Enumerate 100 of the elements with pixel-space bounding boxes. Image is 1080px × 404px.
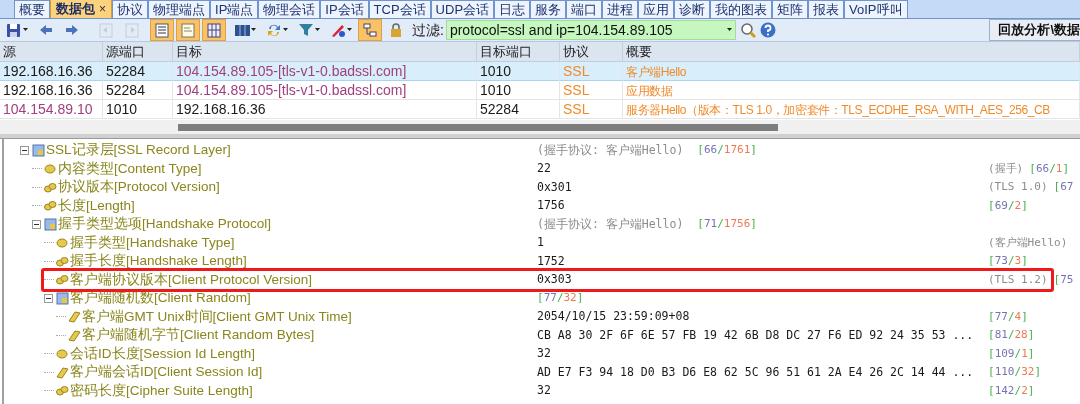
collapse-icon[interactable]	[20, 145, 29, 155]
offset-text: [66/1761]	[697, 142, 757, 158]
offset-text: [71/1756]	[697, 216, 757, 232]
tree-button[interactable]	[358, 19, 382, 41]
field-name[interactable]: 握手类型选项[Handshake Protocol]	[58, 214, 272, 235]
offset-text: [109/1]	[988, 345, 1035, 362]
field-name[interactable]: 客户端随机字节[Client Random Bytes]	[82, 325, 315, 346]
caret-icon	[315, 28, 320, 32]
field-name[interactable]: 会话ID长度[Session Id Length]	[70, 343, 256, 364]
tab[interactable]: 矩阵	[772, 0, 809, 18]
bar-icon	[68, 310, 81, 324]
offset-text: [69/2]	[988, 197, 1028, 214]
field-name[interactable]: SSL记录层[SSL Record Layer]	[46, 140, 231, 161]
close-button[interactable]: ×	[99, 0, 106, 18]
coins-icon	[44, 199, 57, 213]
tab[interactable]: IP端点	[210, 0, 259, 18]
field-value: CB A8 30 2F 6F 6E 57 FB 19 42 6B D8 DC 27 F6 ED 92 24 35 53 ...	[537, 326, 974, 344]
tab[interactable]: 诊断	[674, 0, 711, 18]
table-cell: 52284	[477, 100, 560, 119]
tab[interactable]: 端口	[566, 0, 603, 18]
packet-row[interactable]: 192.168.16.36 52284 104.154.89.105-[tls-v1-0.badssl.com] 1010 SSL 客户端Hello	[0, 62, 1080, 81]
offset-text: [77/32]	[537, 290, 584, 306]
tab[interactable]: VoIP呼叫	[844, 0, 908, 18]
replay-button[interactable]: 回放分析\数据	[989, 19, 1080, 41]
offset-text: [142/2]	[988, 382, 1035, 399]
field-name[interactable]: 客户端协议版本[Client Protocol Version]	[70, 269, 313, 290]
first-page-icon	[98, 22, 114, 38]
tab[interactable]: TCP会话	[368, 0, 431, 18]
tab[interactable]: 进程	[602, 0, 639, 18]
tab[interactable]: 报表	[808, 0, 845, 18]
offset-text: [77/4]	[988, 308, 1028, 325]
field-name[interactable]: 客户端GMT Unix时间[Client GMT Unix Time]	[82, 306, 352, 327]
field-name[interactable]: 握手类型[Handshake Type]	[70, 232, 235, 253]
packet-row[interactable]: 104.154.89.10 1010 192.168.16.36 52284 SSL 服务器Hello（版本：TLS 1.0，加密套件：TLS_ECDHE_RSA_WITH_AES_256_CB	[0, 100, 1080, 119]
search-button[interactable]	[739, 22, 756, 38]
caret-icon	[23, 28, 28, 32]
table-cell: SSL	[560, 100, 623, 119]
coins-icon	[56, 254, 69, 268]
tab[interactable]: 物理端点	[148, 0, 210, 18]
summary-text: (握手协议: 客户端Hello)	[537, 215, 684, 233]
offset-text: [73/3]	[988, 253, 1028, 269]
tab[interactable]: 日志	[494, 0, 531, 18]
note-text: (TLS 1.0)	[988, 179, 1048, 195]
field-value: AD E7 F3 94 18 D0 B3 D6 E8 62 5C 96 51 61 2A E4 26 2C 14 44 ...	[537, 363, 974, 381]
block-icon	[56, 291, 69, 305]
filter-field[interactable]: protocol=ssl and ip=104.154.89.105	[445, 20, 736, 40]
arrows-icon	[266, 22, 282, 38]
detail-button[interactable]	[176, 19, 200, 41]
coins-icon	[44, 180, 57, 194]
scrollbar-thumb[interactable]	[178, 124, 778, 131]
coins-icon	[56, 273, 69, 287]
filter-label: 过滤:	[412, 20, 444, 40]
list-button[interactable]	[150, 19, 174, 41]
tab[interactable]: IP会话	[320, 0, 369, 18]
tab[interactable]: 物理会话	[258, 0, 321, 18]
field-name[interactable]: 长度[Length]	[58, 195, 135, 216]
coins-icon	[56, 384, 69, 398]
tab[interactable]: 协议	[112, 0, 148, 18]
tab[interactable]: 我的图表	[710, 0, 773, 18]
collapse-icon[interactable]	[32, 219, 41, 229]
hex-button[interactable]	[202, 19, 226, 41]
field-value: 0x301	[537, 178, 572, 196]
tab[interactable]: 概要	[14, 0, 50, 18]
lock-icon	[388, 22, 404, 38]
note-text: (TLS 1.2)	[988, 271, 1048, 288]
tab[interactable]: 数据包 ×	[50, 0, 112, 18]
offset-text: [81/28]	[988, 327, 1035, 343]
collapse-icon[interactable]	[44, 293, 53, 303]
floppy-icon	[6, 22, 22, 38]
field-name[interactable]: 协议版本[Protocol Version]	[58, 177, 220, 198]
bar-icon	[56, 365, 69, 379]
help-button[interactable]	[759, 22, 776, 38]
help-icon	[759, 22, 776, 38]
field-name[interactable]: 握手长度[Handshake Length]	[70, 251, 247, 272]
caret-icon	[726, 28, 732, 32]
caret-icon	[347, 28, 352, 32]
columns-icon	[234, 22, 250, 38]
caret-icon	[283, 28, 288, 32]
tab[interactable]: 应用	[638, 0, 675, 18]
tab[interactable]: UDP会话	[430, 0, 495, 18]
caret-icon	[251, 28, 256, 32]
field-name[interactable]: 客户端会话ID[Client Session Id]	[70, 362, 263, 383]
bar-icon	[68, 328, 81, 342]
field-value: 32	[537, 345, 551, 363]
field-name[interactable]: 密码长度[Cipher Suite Length]	[70, 380, 253, 401]
grid-icon	[206, 22, 222, 38]
field-name[interactable]: 内容类型[Content Type]	[58, 158, 202, 179]
coin-icon	[56, 236, 69, 250]
tab[interactable]: 服务	[530, 0, 567, 18]
offset-text: [110/32]	[988, 364, 1041, 380]
note-text: (握手)	[988, 160, 1024, 177]
left-arrow-icon	[38, 22, 54, 38]
coin-icon	[56, 347, 69, 361]
field-value: 22	[537, 160, 551, 178]
packet-row[interactable]: 192.168.16.36 52284 104.154.89.105-[tls-v1-0.badssl.com] 1010 SSL 应用数据	[0, 81, 1080, 100]
table-cell: 服务器Hello（版本：TLS 1.0，加密套件：TLS_ECDHE_RSA_WITH_AES_256_CB	[623, 100, 1080, 119]
table-cell: 1010	[103, 100, 173, 119]
summary-text: (握手协议: 客户端Hello)	[537, 141, 684, 159]
last-page-icon	[124, 22, 140, 38]
block-icon	[32, 143, 45, 157]
